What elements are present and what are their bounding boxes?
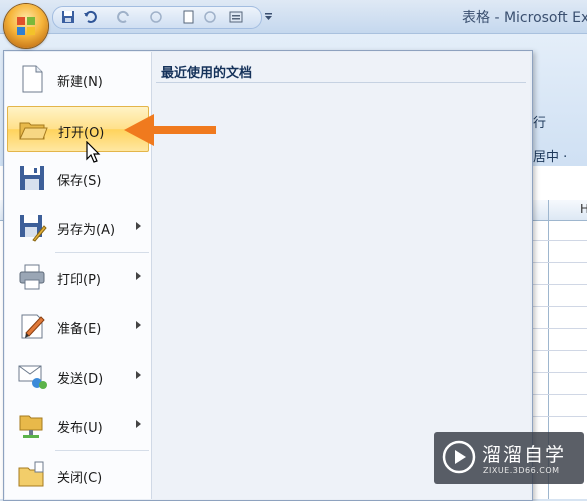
submenu-arrow-icon	[136, 321, 141, 329]
submenu-arrow-icon	[136, 420, 141, 428]
menu-item-publish-label: 发布(U)	[57, 421, 103, 436]
menu-item-new[interactable]: 新建(N)	[7, 56, 149, 102]
menu-item-print-label: 打印(P)	[57, 273, 101, 288]
watermark-url: ZIXUE.3D66.COM	[483, 466, 560, 475]
menu-item-save-as-label: 另存为(A)	[57, 223, 116, 238]
grid-row-line	[530, 416, 587, 417]
customize-dropdown-icon[interactable]	[265, 12, 273, 22]
menu-item-new-label: 新建(N)	[57, 75, 103, 90]
menu-divider	[55, 450, 149, 451]
open-folder-icon	[19, 122, 48, 140]
save-disk-icon	[20, 166, 44, 190]
recent-divider	[156, 82, 526, 83]
new-document-icon	[22, 65, 43, 93]
save-icon[interactable]	[61, 10, 75, 24]
menu-item-save[interactable]: 保存(S)	[7, 155, 149, 201]
circle-icon-2[interactable]	[203, 10, 217, 24]
office-logo-icon	[17, 17, 35, 35]
save-as-icon	[20, 215, 47, 242]
circle-icon[interactable]	[149, 10, 163, 24]
annotation-arrow-icon	[124, 114, 216, 146]
mouse-cursor-icon	[86, 141, 101, 163]
title-bar: 表格 - Microsoft Excel	[0, 0, 587, 34]
grid-row-line	[530, 284, 587, 285]
menu-item-publish[interactable]: 发布(U)	[7, 402, 149, 448]
watermark: 溜溜自学 ZIXUE.3D66.COM	[434, 432, 584, 484]
menu-item-open-label: 打开(O)	[58, 126, 105, 141]
menu-item-send-label: 发送(D)	[57, 372, 104, 387]
grid-row-line	[530, 262, 587, 263]
grid-row-line	[530, 328, 587, 329]
grid-row-line	[530, 240, 587, 241]
play-logo-icon	[442, 440, 476, 474]
menu-item-prepare[interactable]: 准备(E)	[7, 303, 149, 349]
send-icon	[18, 365, 47, 389]
grid-row-line	[530, 306, 587, 307]
menu-item-close[interactable]: 关闭(C)	[7, 452, 149, 498]
grid-row-line	[530, 372, 587, 373]
menu-item-save-label: 保存(S)	[57, 174, 102, 189]
menu-item-print[interactable]: 打印(P)	[7, 254, 149, 300]
menu-item-close-label: 关闭(C)	[57, 471, 103, 486]
form-icon[interactable]	[229, 10, 243, 24]
ribbon-center-label[interactable]: 居中 ·	[533, 146, 567, 165]
recent-documents-title: 最近使用的文档	[161, 66, 253, 81]
submenu-arrow-icon	[136, 272, 141, 280]
office-button[interactable]	[4, 4, 48, 48]
grid-row-line	[530, 350, 587, 351]
menu-item-prepare-label: 准备(E)	[57, 322, 102, 337]
submenu-arrow-icon	[136, 371, 141, 379]
prepare-icon	[21, 314, 45, 339]
new-page-icon[interactable]	[181, 10, 195, 24]
redo-icon[interactable]	[117, 10, 131, 24]
grid-row-line	[530, 394, 587, 395]
quick-access-toolbar	[52, 6, 262, 29]
submenu-arrow-icon	[136, 222, 141, 230]
undo-icon[interactable]	[83, 10, 97, 24]
close-folder-icon	[18, 461, 44, 487]
publish-icon	[19, 415, 43, 438]
menu-item-save-as[interactable]: 另存为(A)	[7, 204, 149, 250]
menu-divider	[55, 252, 149, 253]
printer-icon	[19, 264, 45, 290]
watermark-name: 溜溜自学	[482, 444, 567, 466]
window-title: 表格 - Microsoft Excel	[462, 10, 587, 26]
column-header-h[interactable]: H	[580, 202, 587, 216]
menu-item-send[interactable]: 发送(D)	[7, 353, 149, 399]
ribbon-row-label[interactable]: 行	[533, 112, 546, 131]
